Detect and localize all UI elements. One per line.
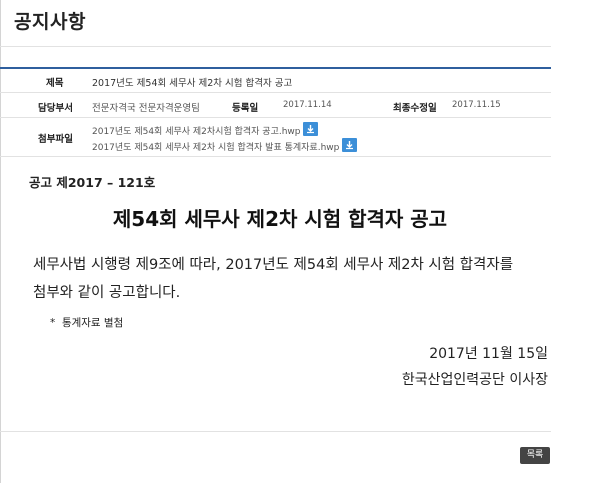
footer-divider [0, 431, 551, 432]
notice-title: 제54회 세무사 제2차 시험 합격자 공고 [112, 207, 448, 231]
page-title: 공지사항 [14, 11, 86, 33]
notice-body: 세무사법 시행령 제9조에 따라, 2017년도 제54회 세무사 제2차 시험… [33, 257, 514, 301]
attachments-label: 첨부파일 [38, 134, 73, 145]
table-top-border [0, 67, 551, 69]
department-value: 전문자격국 전문자격운영팀 [92, 103, 200, 114]
registered-label: 등록일 [232, 103, 259, 114]
notice-issuer: 한국산업인력공단 이사장 [401, 372, 548, 388]
attachment-link[interactable]: 2017년도 제54회 세무사 제2차시험 합격자 공고.hwp [92, 124, 301, 137]
department-label: 담당부서 [38, 103, 73, 114]
subject-label: 제목 [46, 78, 64, 89]
header-divider [0, 46, 551, 47]
bullet-item: * 통계자료 별첨 [50, 315, 123, 330]
download-icon[interactable] [303, 122, 318, 136]
download-icon[interactable] [342, 138, 357, 152]
notice-date: 2017년 11월 15일 [429, 346, 548, 362]
table-row-divider [0, 92, 551, 93]
registered-value: 2017.11.14 [283, 100, 332, 110]
attachment-link[interactable]: 2017년도 제54회 세무사 제2차 시험 합격자 발표 통계자료.hwp [92, 140, 339, 153]
table-row-divider [0, 117, 551, 118]
table-bottom-border [0, 156, 551, 157]
subject-value: 2017년도 제54회 세무사 제2차 시험 합격자 공고 [92, 78, 293, 89]
modified-value: 2017.11.15 [452, 100, 501, 110]
bullet-icon: * [50, 317, 62, 329]
left-border [0, 0, 1, 483]
modified-label: 최종수정일 [393, 103, 437, 114]
list-button[interactable]: 목록 [520, 447, 550, 464]
bullet-text: 통계자료 별첨 [61, 317, 124, 329]
notice-number: 공고 제2017 – 121호 [29, 175, 156, 190]
